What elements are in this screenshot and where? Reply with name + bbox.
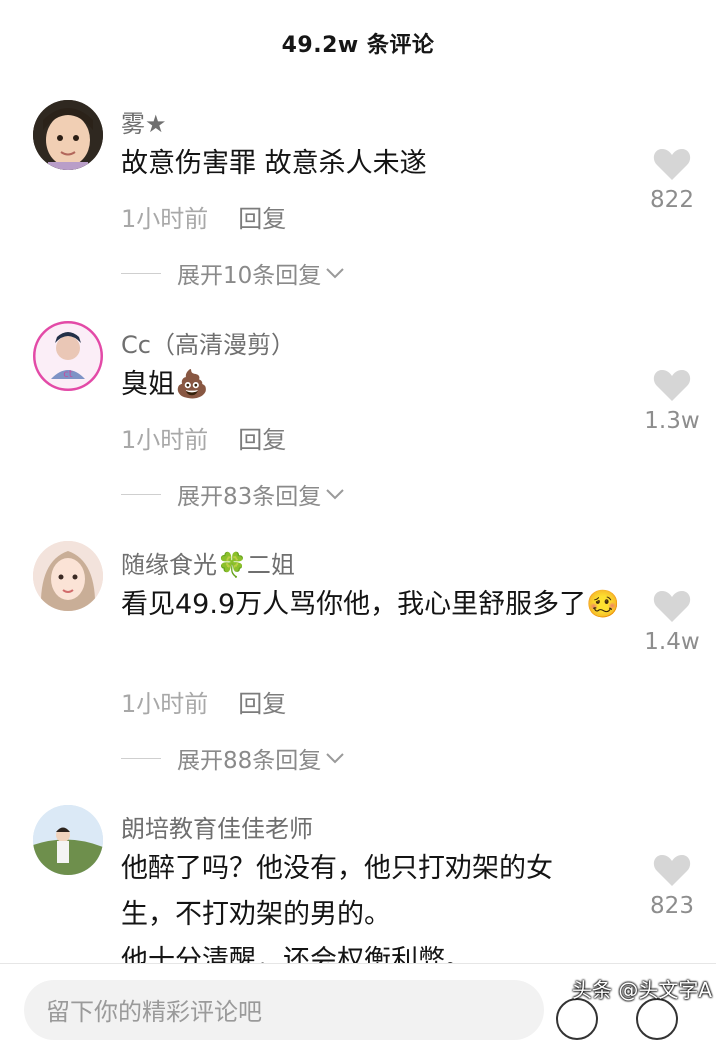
avatar[interactable] xyxy=(33,100,103,170)
comment-text: 看见49.9万人骂你他，我心里舒服多了🥴 xyxy=(121,589,620,620)
like-count: 823 xyxy=(650,893,694,919)
chevron-down-icon xyxy=(326,489,344,500)
like-count: 1.3w xyxy=(644,408,700,434)
comment-text: 臭姐💩 xyxy=(121,369,209,400)
username[interactable]: 随缘食光🍀二姐 xyxy=(121,545,295,580)
avatar[interactable] xyxy=(33,805,103,875)
comment-text: 故意伤害罪 故意杀人未遂 xyxy=(121,148,427,179)
comments-header: 49.2w 条评论 xyxy=(0,0,716,86)
comment-text-line: 生，不打劝架的男的。 xyxy=(121,899,391,930)
username[interactable]: 雾★ xyxy=(121,104,167,139)
expand-replies-label: 展开88条回复 xyxy=(177,748,322,774)
like-button[interactable]: 1.3w xyxy=(630,368,714,434)
like-button[interactable]: 822 xyxy=(630,147,714,213)
reply-button[interactable]: 回复 xyxy=(238,205,286,233)
divider-dash xyxy=(121,757,161,759)
mention-button[interactable] xyxy=(556,998,598,1040)
like-count: 1.4w xyxy=(644,629,700,655)
expand-replies-label: 展开10条回复 xyxy=(177,263,322,289)
chevron-down-icon xyxy=(326,753,344,764)
heart-icon xyxy=(653,855,691,886)
expand-replies-label: 展开83条回复 xyxy=(177,484,322,510)
svg-text:ct: ct xyxy=(63,369,72,380)
like-button[interactable]: 1.4w xyxy=(630,589,714,655)
avatar[interactable]: ct xyxy=(33,321,103,391)
avatar[interactable] xyxy=(33,541,103,611)
comment-time: 1小时前 xyxy=(121,426,209,454)
comment-text-line: 他醉了吗？他没有，他只打劝架的女 xyxy=(121,853,553,884)
divider-dash xyxy=(121,493,161,495)
comment-time: 1小时前 xyxy=(121,205,209,233)
expand-replies-button[interactable]: 展开83条回复 xyxy=(121,477,345,511)
emoji-button[interactable] xyxy=(636,998,678,1040)
username[interactable]: 朗培教育佳佳老师 xyxy=(121,809,313,844)
chevron-down-icon xyxy=(326,268,344,279)
heart-icon xyxy=(653,591,691,622)
watermark: 头条 @头文字A xyxy=(572,978,713,1002)
comment-time: 1小时前 xyxy=(121,690,209,718)
expand-replies-button[interactable]: 展开88条回复 xyxy=(121,741,345,775)
comment-input[interactable]: 留下你的精彩评论吧 xyxy=(24,980,544,1040)
comment-count-title: 49.2w 条评论 xyxy=(281,33,435,58)
like-count: 822 xyxy=(650,187,694,213)
comment-meta: 1小时前 回复 xyxy=(121,420,286,455)
heart-icon xyxy=(653,370,691,401)
like-button[interactable]: 823 xyxy=(630,853,714,919)
divider-dash xyxy=(121,272,161,274)
expand-replies-button[interactable]: 展开10条回复 xyxy=(121,256,345,290)
username[interactable]: Cc（高清漫剪） xyxy=(121,325,295,360)
reply-button[interactable]: 回复 xyxy=(238,426,286,454)
comment-input-placeholder: 留下你的精彩评论吧 xyxy=(46,998,262,1026)
comment-meta: 1小时前 回复 xyxy=(121,684,286,719)
heart-icon xyxy=(653,149,691,180)
comment-meta: 1小时前 回复 xyxy=(121,199,286,234)
reply-button[interactable]: 回复 xyxy=(238,690,286,718)
